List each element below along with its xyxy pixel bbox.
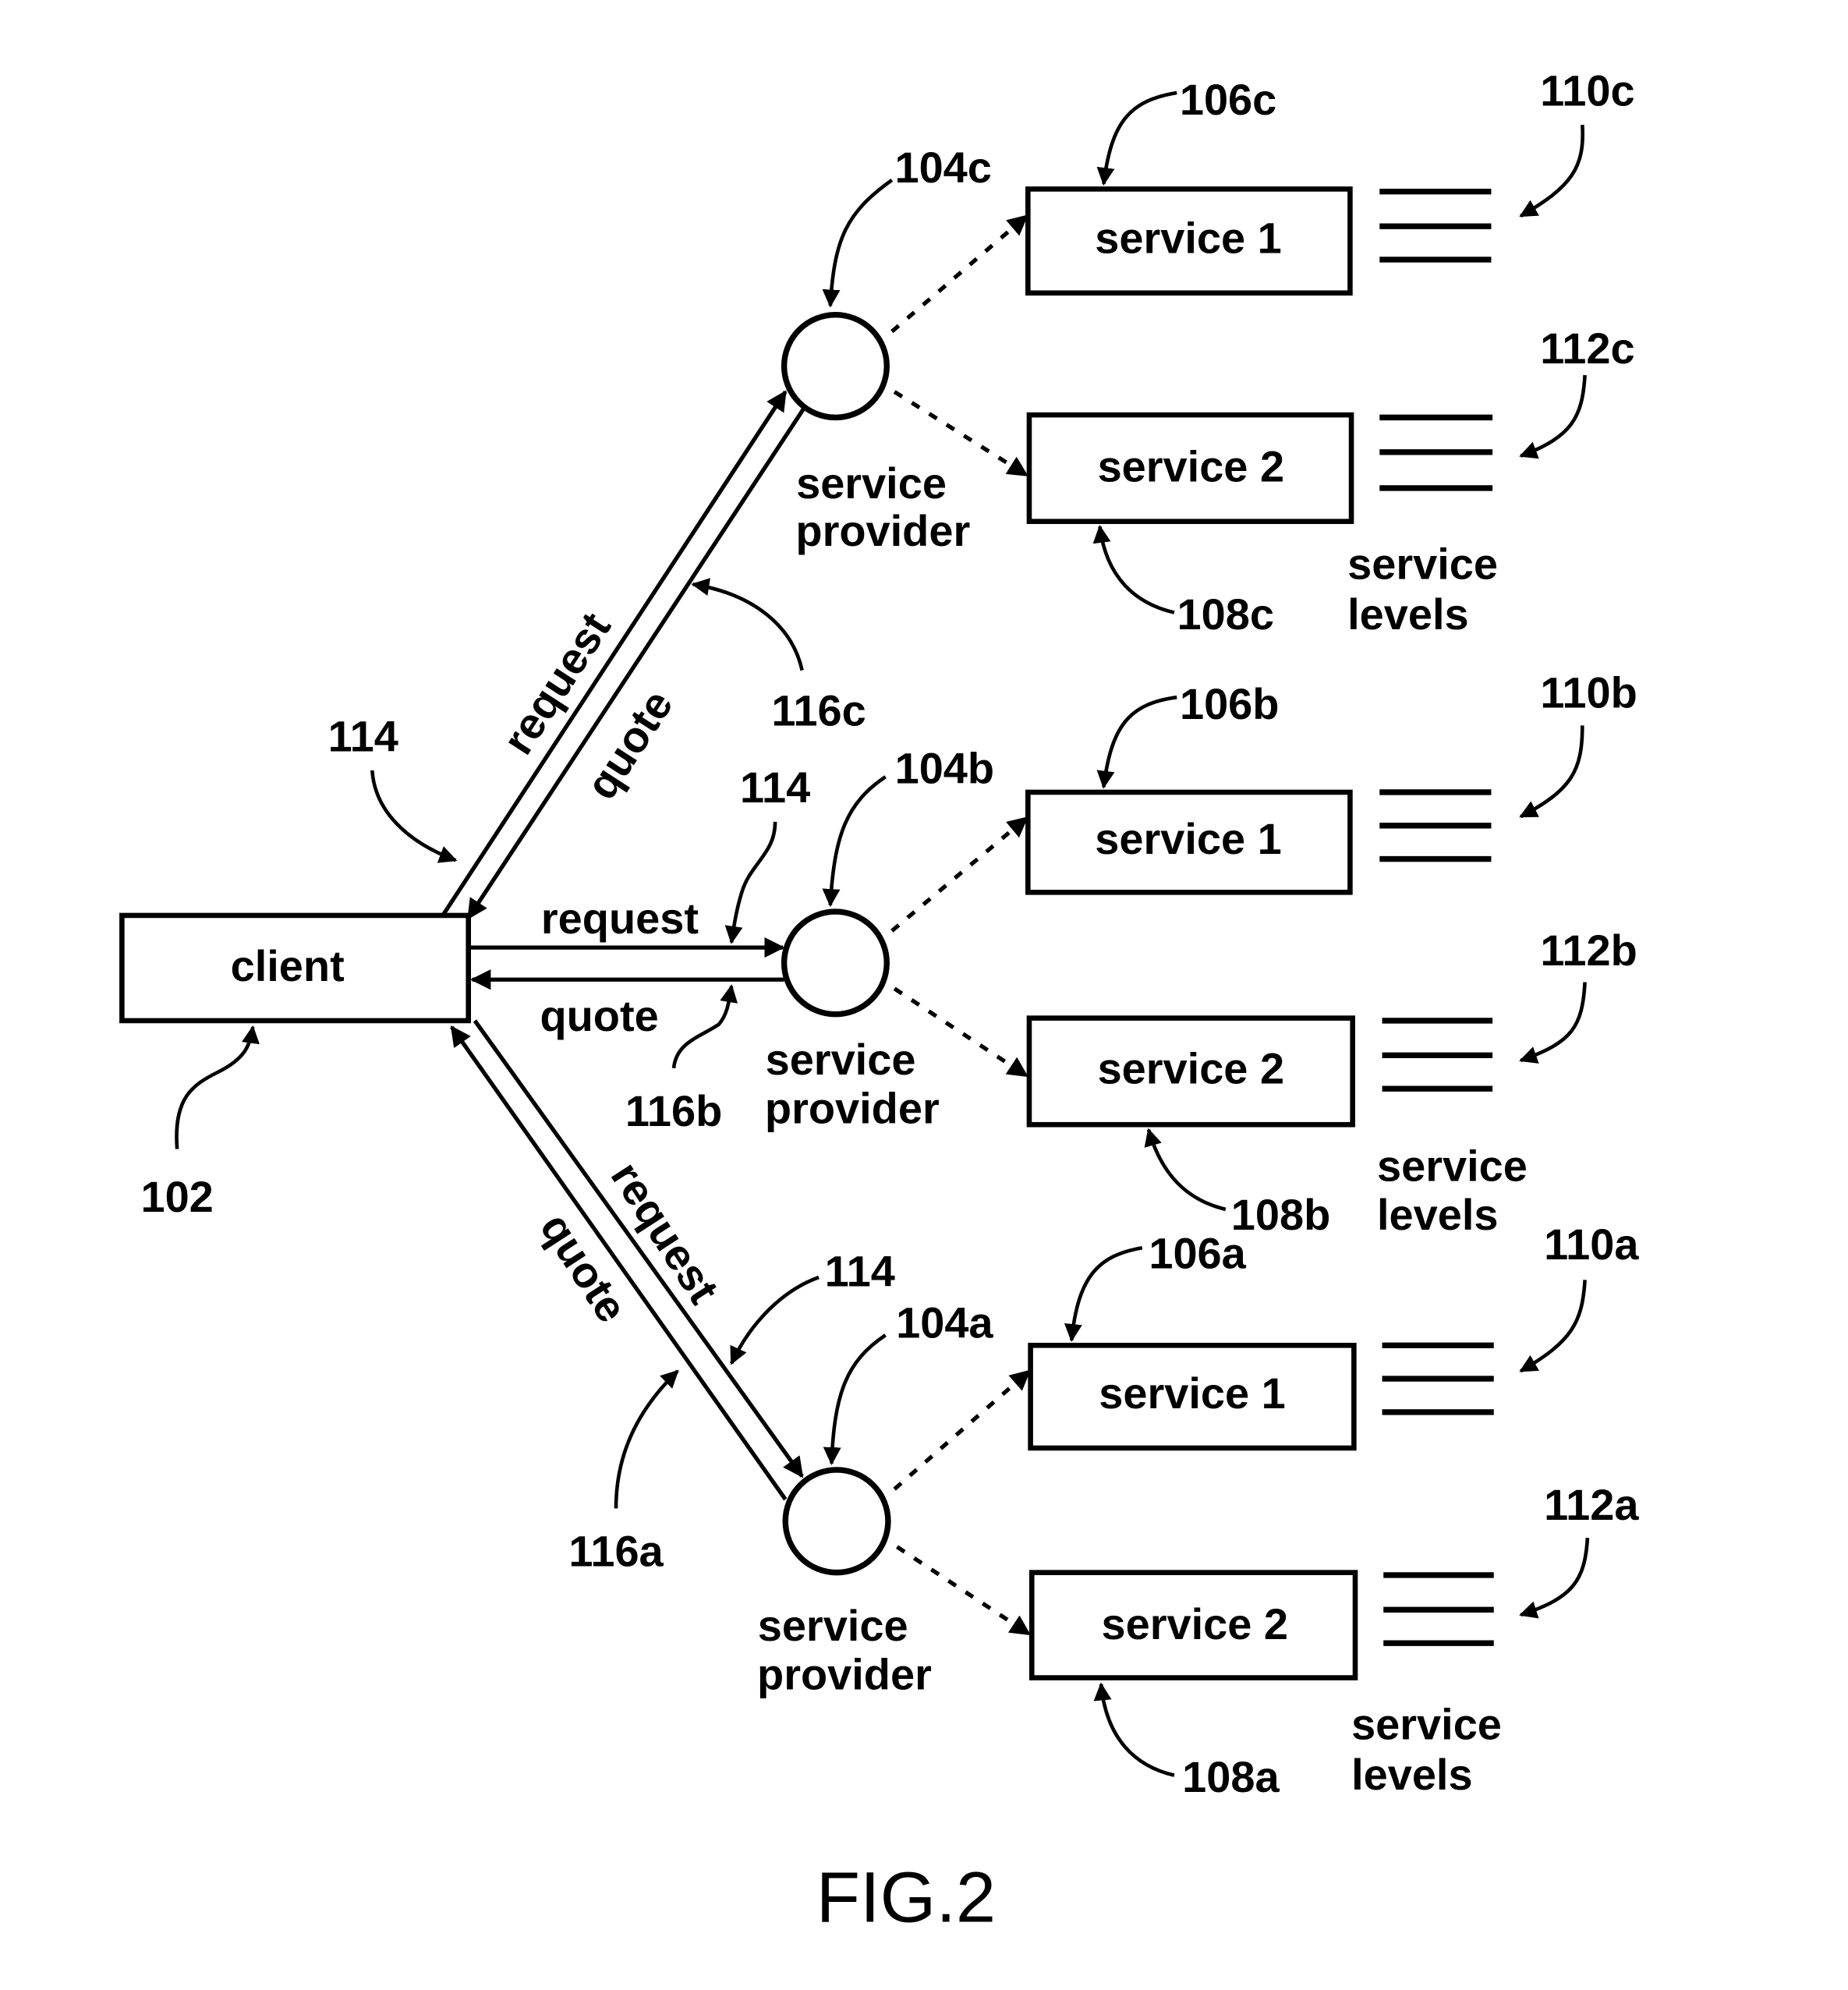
service-ref-leader-a1 — [1064, 1245, 1143, 1343]
levels-ref-leader-b2 — [1519, 982, 1587, 1064]
provider-node-b — [781, 908, 890, 1018]
levels-ref-c1: 110c — [1540, 66, 1634, 115]
link-provider-b: request quote 114 116b — [468, 763, 810, 1135]
service-label-a1: service 1 — [1099, 1369, 1286, 1418]
levels-ref-b2: 112b — [1540, 926, 1637, 975]
provider-label-c-line1: service — [796, 459, 947, 508]
service-b1: service 1 106b 110b — [1025, 667, 1637, 895]
request-ref-a: 114 — [825, 1247, 895, 1296]
service-levels-label-a-line1: service — [1351, 1700, 1502, 1749]
service-ref-leader-a2 — [1093, 1682, 1175, 1777]
provider-ref-leader-b — [822, 775, 887, 908]
request-line-c — [441, 390, 788, 917]
request-ref-b: 114 — [740, 763, 810, 812]
quote-ref-b: 116b — [625, 1086, 722, 1135]
provider-label-b-line1: service — [766, 1035, 916, 1084]
request-label-b: request — [541, 894, 699, 943]
service-c1: service 1 106c 110c — [1025, 66, 1635, 296]
service-levels-label-b-line1: service — [1377, 1142, 1528, 1191]
client-ref: 102 — [140, 1025, 260, 1221]
levels-ref-leader-a2 — [1519, 1538, 1590, 1619]
quote-line-c — [466, 405, 807, 920]
provider-c-to-service1 — [890, 214, 1028, 334]
quote-label-b: quote — [540, 991, 658, 1040]
client-label: client — [231, 941, 345, 990]
levels-ref-c2: 112c — [1540, 324, 1634, 373]
quote-label-c: quote — [576, 682, 682, 808]
link-provider-c: request quote 114 116c — [328, 390, 866, 920]
service-a1: service 1 106a 110a — [1028, 1220, 1639, 1451]
request-ref-leader-a — [730, 1275, 820, 1365]
provider-a-to-service2 — [895, 1545, 1032, 1636]
provider-ref-leader-a — [823, 1333, 887, 1466]
quote-ref-a: 116a — [568, 1526, 664, 1575]
service-label-b2: service 2 — [1098, 1044, 1285, 1093]
service-ref-a2: 108a — [1182, 1752, 1280, 1801]
client-ref-leader — [175, 1025, 260, 1149]
levels-ref-leader-a1 — [1519, 1280, 1587, 1373]
provider-label-a-line2: provider — [757, 1649, 932, 1698]
service-ref-leader-c1 — [1096, 90, 1177, 186]
provider-label-b-line2: provider — [765, 1084, 940, 1133]
service-ref-leader-b2 — [1144, 1128, 1227, 1212]
levels-ref-a1: 110a — [1544, 1220, 1639, 1269]
request-ref-c: 114 — [328, 711, 398, 760]
service-ref-c2: 108c — [1177, 590, 1274, 639]
levels-ref-leader-c2 — [1519, 374, 1587, 459]
client-ref-number: 102 — [140, 1172, 213, 1221]
provider-ref-c: 104c — [894, 143, 991, 192]
client-node: client — [119, 912, 472, 1024]
service-levels-label-a-line2: levels — [1351, 1750, 1473, 1799]
service-label-a2: service 2 — [1102, 1599, 1289, 1648]
service-label-b1: service 1 — [1095, 814, 1282, 863]
quote-ref-leader-b — [671, 984, 738, 1069]
levels-ref-b1: 110b — [1540, 667, 1637, 717]
service-ref-b2: 108b — [1231, 1190, 1331, 1239]
provider-label-c-line2: provider — [795, 506, 970, 555]
service-ref-leader-b1 — [1096, 695, 1177, 789]
request-ref-leader-b — [724, 821, 777, 944]
figure-caption: FIG.2 — [816, 1857, 996, 1937]
service-label-c2: service 2 — [1098, 442, 1285, 491]
provider-label-a-line1: service — [758, 1601, 908, 1650]
quote-ref-leader-a — [614, 1369, 679, 1509]
request-ref-leader-c — [370, 770, 458, 863]
quote-ref-c: 116c — [771, 685, 866, 735]
provider-ref-b: 104b — [895, 743, 995, 792]
service-ref-c1: 106c — [1180, 75, 1276, 124]
levels-ref-a2: 112a — [1544, 1480, 1639, 1529]
provider-b-to-service1 — [890, 816, 1028, 933]
service-ref-a1: 106a — [1149, 1229, 1246, 1278]
provider-a: 104a service provider — [757, 1298, 1032, 1698]
provider-node-c — [781, 312, 890, 421]
service-levels-label-c-line2: levels — [1347, 590, 1469, 639]
diagram: client 102 request quote 114 116c reques… — [119, 66, 1639, 1937]
provider-ref-leader-c — [822, 179, 894, 308]
service-label-c1: service 1 — [1095, 214, 1282, 263]
quote-line-a — [450, 1025, 788, 1501]
provider-a-to-service1 — [893, 1369, 1031, 1491]
provider-node-a — [782, 1467, 891, 1576]
levels-ref-leader-b1 — [1519, 725, 1584, 819]
service-levels-label-b-line2: levels — [1377, 1190, 1499, 1239]
provider-ref-a: 104a — [896, 1298, 993, 1347]
quote-ref-leader-c — [691, 578, 804, 671]
levels-ref-leader-c1 — [1519, 124, 1585, 218]
service-c2: service 2 108c 112c service levels — [1026, 324, 1635, 639]
service-levels-label-c-line1: service — [1347, 540, 1498, 589]
service-ref-leader-c2 — [1092, 524, 1175, 614]
provider-c: 104c service provider — [781, 143, 1028, 555]
service-b2: service 2 108b 112b service levels — [1026, 926, 1637, 1239]
service-a2: service 2 108a 112a service levels — [1028, 1480, 1639, 1801]
service-ref-b1: 106b — [1180, 679, 1280, 728]
